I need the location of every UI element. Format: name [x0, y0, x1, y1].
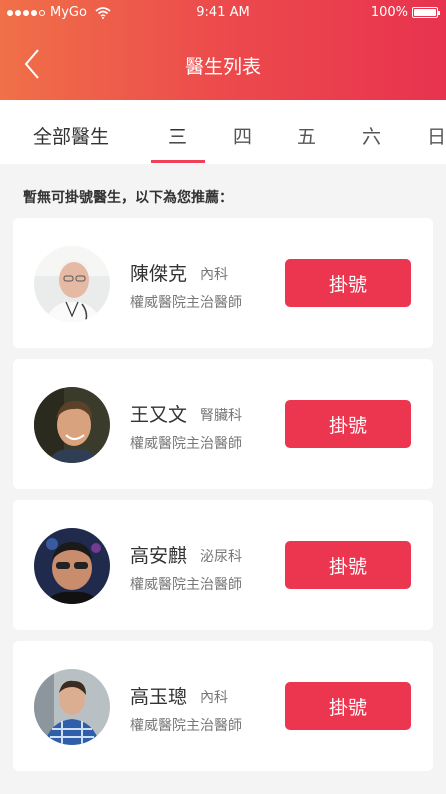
book-appointment-button[interactable]: 掛號	[285, 682, 411, 730]
battery-percentage: 100%	[370, 5, 408, 20]
doctor-card: 高安麒 泌尿科 權威醫院主治醫師 掛號	[13, 500, 433, 630]
doctor-card: 王又文 腎臟科 權威醫院主治醫師 掛號	[13, 359, 433, 489]
doctor-avatar	[34, 246, 110, 322]
doctor-name: 陳傑克	[130, 263, 188, 285]
doctor-card: 高玉璁 內科 權威醫院主治醫師 掛號	[13, 641, 433, 771]
tab-saturday[interactable]: 六	[362, 122, 381, 149]
doctor-name: 高安麒	[130, 545, 188, 567]
tab-wednesday[interactable]: 三	[168, 122, 187, 149]
doctor-department: 內科	[200, 267, 228, 283]
doctor-title: 權威醫院主治醫師	[130, 436, 242, 452]
doctor-title: 權威醫院主治醫師	[130, 577, 242, 593]
tab-sunday[interactable]: 日	[427, 122, 446, 149]
book-appointment-button[interactable]: 掛號	[285, 259, 411, 307]
doctor-name: 王又文	[130, 404, 188, 426]
app-header: MyGo 9:41 AM 100% 醫生列表	[0, 0, 446, 100]
page-title: 醫生列表	[184, 56, 261, 78]
doctor-avatar	[34, 387, 110, 463]
doctor-avatar	[34, 528, 110, 604]
doctor-card: 陳傑克 內科 權威醫院主治醫師 掛號	[13, 218, 433, 348]
recommendation-notice: 暫無可掛號醫生，以下為您推薦：	[23, 190, 233, 206]
tab-thursday[interactable]: 四	[233, 122, 252, 149]
doctor-name: 高玉璁	[130, 686, 188, 708]
status-bar: MyGo 9:41 AM 100%	[0, 0, 446, 26]
doctor-title: 權威醫院主治醫師	[130, 718, 242, 734]
tab-all-doctors[interactable]: 全部醫生	[33, 122, 109, 149]
doctor-title: 權威醫院主治醫師	[130, 295, 242, 311]
doctor-department: 泌尿科	[200, 549, 242, 565]
day-tab-bar: 全部醫生 三 四 五 六 日	[0, 100, 446, 164]
battery-icon	[412, 7, 440, 18]
book-appointment-button[interactable]: 掛號	[285, 400, 411, 448]
tab-friday[interactable]: 五	[297, 122, 316, 149]
doctor-avatar	[34, 669, 110, 745]
book-appointment-button[interactable]: 掛號	[285, 541, 411, 589]
doctor-department: 內科	[200, 690, 228, 706]
doctor-department: 腎臟科	[200, 408, 242, 424]
selected-tab-indicator	[151, 160, 205, 163]
